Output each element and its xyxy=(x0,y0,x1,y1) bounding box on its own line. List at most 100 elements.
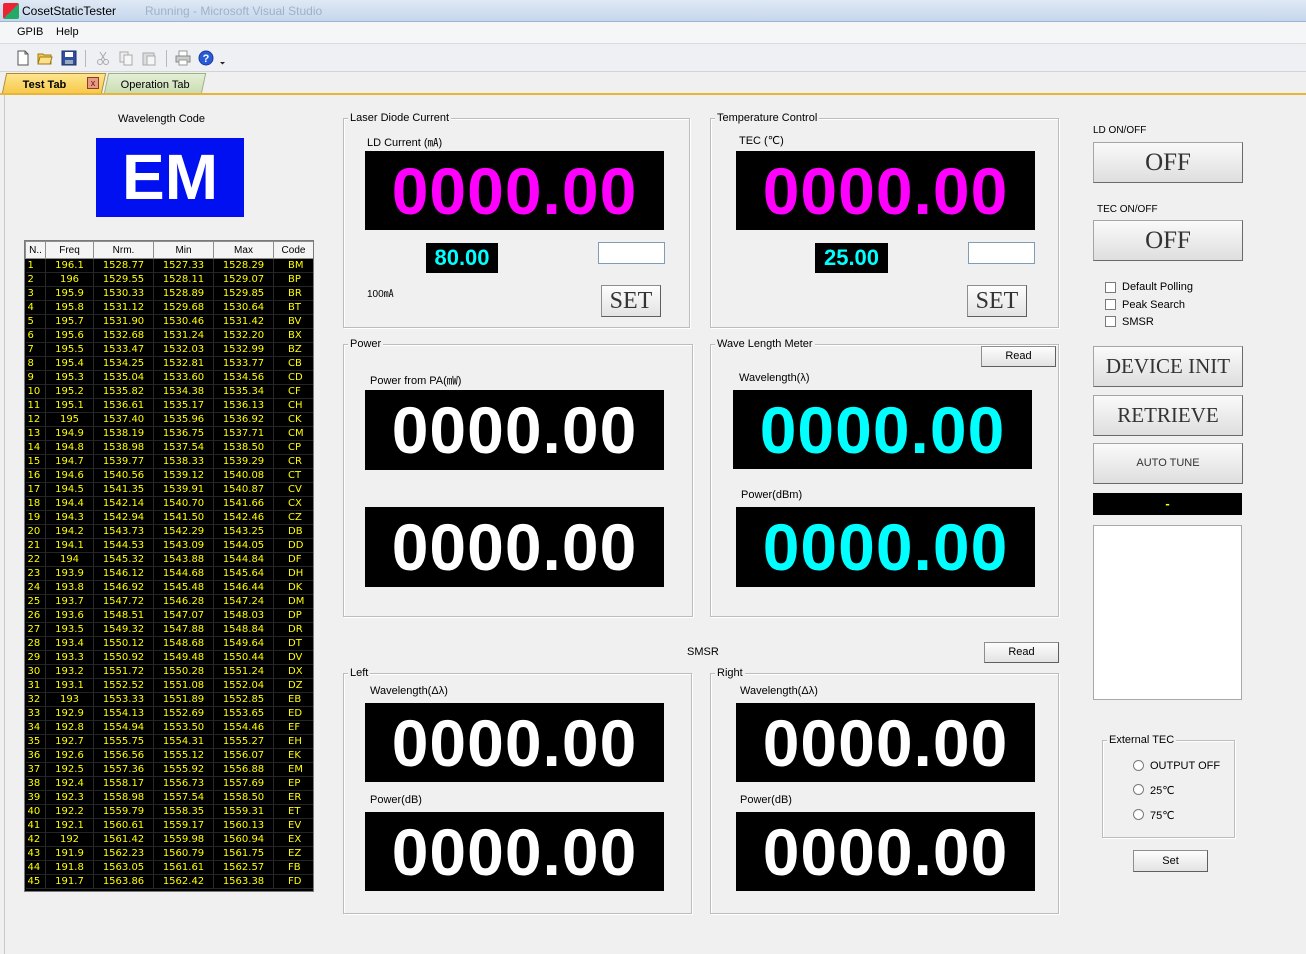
ld-onoff-button[interactable]: OFF xyxy=(1093,142,1243,183)
table-row[interactable]: 11 195.1 1536.61 1535.17 1536.13 CH xyxy=(25,398,313,413)
new-icon[interactable] xyxy=(15,50,31,66)
table-row[interactable]: 42 192 1561.42 1559.98 1560.94 EX xyxy=(25,832,313,847)
table-row[interactable]: 39 192.3 1558.98 1557.54 1558.50 ER xyxy=(25,790,313,805)
min-cell: 1557.54 xyxy=(153,790,214,805)
table-row[interactable]: 44 191.8 1563.05 1561.61 1562.57 FB xyxy=(25,860,313,875)
table-row[interactable]: 28 193.4 1550.12 1548.68 1549.64 DT xyxy=(25,636,313,651)
column-header-no[interactable]: N.. xyxy=(25,241,46,259)
external-tec-set-button[interactable]: Set xyxy=(1133,850,1208,872)
nrm-cell: 1535.82 xyxy=(93,384,154,399)
min-cell: 1539.12 xyxy=(153,468,214,483)
table-row[interactable]: 38 192.4 1558.17 1556.73 1557.69 EP xyxy=(25,776,313,791)
table-row[interactable]: 5 195.7 1531.90 1530.46 1531.42 BV xyxy=(25,314,313,329)
max-cell: 1547.24 xyxy=(213,594,274,609)
table-row[interactable]: 45 191.7 1563.86 1562.42 1563.38 FD xyxy=(25,874,313,889)
table-row[interactable]: 35 192.7 1555.75 1554.31 1555.27 EH xyxy=(25,734,313,749)
help-icon[interactable]: ? xyxy=(198,50,214,66)
table-row[interactable]: 9 195.3 1535.04 1533.60 1534.56 CD xyxy=(25,370,313,385)
table-row[interactable]: 6 195.6 1532.68 1531.24 1532.20 BX xyxy=(25,328,313,343)
table-row[interactable]: 26 193.6 1548.51 1547.07 1548.03 DP xyxy=(25,608,313,623)
column-header-code[interactable]: Code xyxy=(273,241,313,259)
external-tec-25c-radio[interactable] xyxy=(1133,784,1144,795)
freq-cell: 191.7 xyxy=(45,874,94,889)
external-tec-75c-radio[interactable] xyxy=(1133,809,1144,820)
table-row[interactable]: 31 193.1 1552.52 1551.08 1552.04 DZ xyxy=(25,678,313,693)
wave-meter-read-button[interactable]: Read xyxy=(981,346,1056,367)
table-row[interactable]: 14 194.8 1538.98 1537.54 1538.50 CP xyxy=(25,440,313,455)
table-row[interactable]: 8 195.4 1534.25 1532.81 1533.77 CB xyxy=(25,356,313,371)
column-header-min[interactable]: Min xyxy=(153,241,214,259)
ld-current-input[interactable] xyxy=(598,242,665,264)
nrm-cell: 1542.94 xyxy=(93,510,154,525)
table-row[interactable]: 41 192.1 1560.61 1559.17 1560.13 EV xyxy=(25,818,313,833)
table-row[interactable]: 29 193.3 1550.92 1549.48 1550.44 DV xyxy=(25,650,313,665)
table-row[interactable]: 36 192.6 1556.56 1555.12 1556.07 EK xyxy=(25,748,313,763)
smsr-left-wavelength-label: Wavelength(Δλ) xyxy=(370,685,448,697)
table-row[interactable]: 12 195 1537.40 1535.96 1536.92 CK xyxy=(25,412,313,427)
peak-search-checkbox[interactable] xyxy=(1105,299,1116,310)
copy-icon[interactable] xyxy=(118,50,134,66)
column-header-max[interactable]: Max xyxy=(213,241,274,259)
table-row[interactable]: 32 193 1553.33 1551.89 1552.85 EB xyxy=(25,692,313,707)
tab-close-icon[interactable]: x xyxy=(87,77,99,89)
freq-cell: 192.3 xyxy=(45,790,94,805)
column-header-freq[interactable]: Freq xyxy=(45,241,94,259)
table-row[interactable]: 4 195.8 1531.12 1529.68 1530.64 BT xyxy=(25,300,313,315)
open-icon[interactable] xyxy=(37,50,53,66)
table-row[interactable]: 16 194.6 1540.56 1539.12 1540.08 CT xyxy=(25,468,313,483)
table-row[interactable]: 34 192.8 1554.94 1553.50 1554.46 EF xyxy=(25,720,313,735)
table-row[interactable]: 1 196.1 1528.77 1527.33 1528.29 BM xyxy=(25,258,313,273)
toolbar-overflow-icon[interactable] xyxy=(218,50,227,66)
table-row[interactable]: 20 194.2 1543.73 1542.29 1543.25 DB xyxy=(25,524,313,539)
table-row[interactable]: 22 194 1545.32 1543.88 1544.84 DF xyxy=(25,552,313,567)
table-row[interactable]: 43 191.9 1562.23 1560.79 1561.75 EZ xyxy=(25,846,313,861)
table-row[interactable]: 21 194.1 1544.53 1543.09 1544.05 DD xyxy=(25,538,313,553)
table-row[interactable]: 15 194.7 1539.77 1538.33 1539.29 CR xyxy=(25,454,313,469)
table-row[interactable]: 2 196 1529.55 1528.11 1529.07 BP xyxy=(25,272,313,287)
wavelength-code-table[interactable]: N.. Freq Nrm. Min Max Code 1 196.1 1528.77… xyxy=(24,240,314,892)
table-row[interactable]: 10 195.2 1535.82 1534.38 1535.34 CF xyxy=(25,384,313,399)
freq-cell: 191.8 xyxy=(45,860,94,875)
cut-icon[interactable] xyxy=(95,50,111,66)
print-icon[interactable] xyxy=(175,50,191,66)
table-row[interactable]: 37 192.5 1557.36 1555.92 1556.88 EM xyxy=(25,762,313,777)
table-row[interactable]: 40 192.2 1559.79 1558.35 1559.31 ET xyxy=(25,804,313,819)
menu-gpib[interactable]: GPIB xyxy=(17,26,43,38)
default-polling-checkbox[interactable] xyxy=(1105,282,1116,293)
tab-operation[interactable]: Operation Tab xyxy=(103,73,207,94)
table-row[interactable]: 27 193.5 1549.32 1547.88 1548.84 DR xyxy=(25,622,313,637)
save-icon[interactable] xyxy=(61,50,77,66)
tec-set-button[interactable]: SET xyxy=(967,285,1027,317)
smsr-read-button[interactable]: Read xyxy=(984,642,1059,663)
table-row[interactable]: 7 195.5 1533.47 1532.03 1532.99 BZ xyxy=(25,342,313,357)
external-tec-output-off-radio[interactable] xyxy=(1133,760,1144,771)
table-row[interactable]: 19 194.3 1542.94 1541.50 1542.46 CZ xyxy=(25,510,313,525)
tec-onoff-button[interactable]: OFF xyxy=(1093,220,1243,261)
code-cell: CB xyxy=(273,356,313,371)
table-row[interactable]: 24 193.8 1546.92 1545.48 1546.44 DK xyxy=(25,580,313,595)
min-cell: 1532.81 xyxy=(153,356,214,371)
window-title: CosetStaticTester xyxy=(22,4,117,18)
freq-cell: 192.6 xyxy=(45,748,94,763)
auto-tune-button[interactable]: AUTO TUNE xyxy=(1093,443,1243,484)
min-cell: 1558.35 xyxy=(153,804,214,819)
table-row[interactable]: 33 192.9 1554.13 1552.69 1553.65 ED xyxy=(25,706,313,721)
table-row[interactable]: 17 194.5 1541.35 1539.91 1540.87 CV xyxy=(25,482,313,497)
table-row[interactable]: 23 193.9 1546.12 1544.68 1545.64 DH xyxy=(25,566,313,581)
table-row[interactable]: 30 193.2 1551.72 1550.28 1551.24 DX xyxy=(25,664,313,679)
column-header-nrm[interactable]: Nrm. xyxy=(93,241,154,259)
table-row[interactable]: 25 193.7 1547.72 1546.28 1547.24 DM xyxy=(25,594,313,609)
menu-help[interactable]: Help xyxy=(56,26,79,38)
tec-input[interactable] xyxy=(968,242,1035,264)
smsr-checkbox[interactable] xyxy=(1105,316,1116,327)
table-row[interactable]: 18 194.4 1542.14 1540.70 1541.66 CX xyxy=(25,496,313,511)
log-output-box[interactable] xyxy=(1093,525,1242,700)
ld-set-button[interactable]: SET xyxy=(601,285,661,317)
device-init-button[interactable]: DEVICE INIT xyxy=(1093,346,1243,387)
max-cell: 1562.57 xyxy=(213,860,274,875)
paste-icon[interactable] xyxy=(141,50,157,66)
max-cell: 1545.64 xyxy=(213,566,274,581)
retrieve-button[interactable]: RETRIEVE xyxy=(1093,395,1243,436)
table-row[interactable]: 13 194.9 1538.19 1536.75 1537.71 CM xyxy=(25,426,313,441)
table-row[interactable]: 3 195.9 1530.33 1528.89 1529.85 BR xyxy=(25,286,313,301)
